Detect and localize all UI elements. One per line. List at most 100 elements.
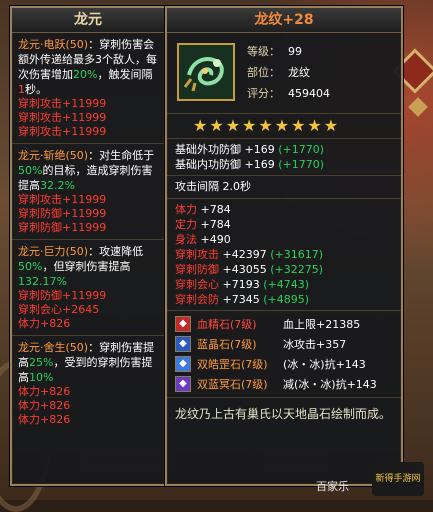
level-label: 等级： [247,45,280,58]
gem-effect: 冰攻击+357 [283,337,347,351]
enhance-level: +28 [282,12,314,28]
watermark-text: 百家乐 [316,480,349,493]
base-stat-label: 基础外功防御 [175,143,241,156]
attr-row: 穿刺攻击 +42397 (+31617) [175,247,393,262]
attack-interval: 攻击间隔 2.0秒 [167,176,401,199]
base-stat-value: +169 [241,158,275,171]
gem-level: (7级) [241,377,268,391]
attr-value: +42397 [219,248,267,261]
star-icon: ★ [291,116,306,135]
base-stat-value: +169 [241,143,275,156]
skill-percent: 50% [18,260,43,273]
skill-text: ：攻速降低 [88,245,144,258]
attr-bonus: (+32275) [266,263,324,276]
attr-label: 身法 [175,233,197,246]
gem-effect: 血上限+21385 [283,317,361,331]
attr-value: +7345 [219,293,260,306]
gem-level: (7级) [241,357,268,371]
attr-value: +43055 [219,263,267,276]
skill-tooltip-panel: 龙元 龙元·电跃(50)：穿刺伤害会额外传递给最多3个敌人，每次伤害增加20%，… [10,6,166,486]
equipment-title: 龙纹+28 [167,8,401,33]
equipment-info: 等级： 99 部位： 龙纹 评分： 459404 [247,41,330,104]
score-value: 459404 [288,87,330,100]
star-icon: ★ [242,116,257,135]
base-stat-label: 基础内功防御 [175,158,241,171]
skill-level: (50) [65,341,89,354]
attr-label: 穿刺攻击 [175,248,219,261]
attribute-block: 体力 +784 定力 +784 身法 +490 穿刺攻击 +42397 (+31… [167,199,401,311]
gem-name: 血精石(7级) [197,317,283,332]
attr-label: 体力 [175,203,197,216]
star-icon: ★ [258,116,273,135]
site-logo: 新得手游网 [372,462,424,496]
skill-stat: 穿刺会心+2645 [18,303,100,316]
dragon-pattern-item-icon [177,43,235,101]
attr-label: 穿刺会心 [175,278,219,291]
skill-block-dianyue: 龙元·电跃(50)：穿刺伤害会额外传递给最多3个敌人，每次伤害增加20%，触发间… [12,33,164,144]
slot-label: 部位： [247,66,280,79]
skill-percent: 32.2% [40,179,75,192]
skill-stat: 穿刺攻击+11999 [18,193,107,206]
skill-interval: 1 [18,83,25,96]
gem-effect: 减(冰・冰)抗+143 [283,377,377,391]
star-icon: ★ [323,116,339,135]
skill-text: ：对生命低于 [88,149,155,162]
skill-desc: 龙元·舍生(50)：穿刺伤害提高25%，受到的穿刺伤害提高10% [18,340,158,385]
star-icon: ★ [225,116,241,135]
skill-level: (50) [65,245,89,258]
level-value: 99 [288,45,302,58]
equipment-tooltip-panel: 龙纹+28 等级： 99 部位： 龙纹 评分： 459404 ★ ★ ★ ★ ★ ★ ★ ★ ★ 基础… [165,6,403,486]
attr-row: 体力 +784 [175,202,393,217]
gem-effect: (冰・冰)抗+143 [283,357,366,371]
star-icon: ★ [307,116,322,135]
skill-stat: 穿刺攻击+11999 [18,125,107,138]
skill-name: 龙元·电跃 [18,38,66,51]
gem-name-text: 蓝晶石 [197,337,230,351]
star-icon: ★ [274,116,290,135]
gem-name: 双皓罡石(7级) [197,357,283,372]
attr-value: +490 [197,233,231,246]
attr-row: 穿刺防御 +43055 (+32275) [175,262,393,277]
attr-label: 穿刺防御 [175,263,219,276]
star-icon: ★ [209,116,224,135]
score-label: 评分： [247,87,280,100]
attr-value: +784 [197,203,231,216]
skill-desc: 龙元·巨力(50)：攻速降低 50%，但穿刺伤害提高 132.17% [18,244,158,289]
skill-level: (50) [65,149,89,162]
attr-row: 穿刺会防 +7345 (+4895) [175,292,393,307]
skill-name: 龙元·舍生 [18,341,66,354]
skill-text: ，但穿刺伤害提高 [42,260,131,273]
skill-text: ，触发间隔 [97,68,153,81]
attr-label: 穿刺会防 [175,293,219,306]
gem-row: ◆ 双蓝冥石(7级) 减(冰・冰)抗+143 [175,374,393,394]
skill-stat: 穿刺攻击+11999 [18,111,107,124]
gem-row: ◆ 蓝晶石(7级) 冰攻击+357 [175,334,393,354]
gem-level: (7级) [230,337,257,351]
skill-panel-title: 龙元 [12,8,164,33]
attr-bonus: (+4895) [259,293,310,306]
haogang-gem-icon: ◆ [175,356,191,372]
attr-label: 定力 [175,218,197,231]
base-stat-row: 基础外功防御 +169 (+1770) [175,142,393,157]
gem-name: 蓝晶石(7级) [197,337,283,352]
gem-row: ◆ 双皓罡石(7级) (冰・冰)抗+143 [175,354,393,374]
skill-stat: 穿刺防御+11999 [18,221,107,234]
base-stat-row: 基础内功防御 +169 (+1770) [175,157,393,172]
blue-gem-icon: ◆ [175,336,191,352]
equipment-name: 龙纹 [254,12,283,28]
gem-name: 双蓝冥石(7级) [197,377,283,392]
base-stat-bonus: (+1770) [274,158,325,171]
skill-percent: 25% [29,356,54,369]
skill-block-shesheng: 龙元·舍生(50)：穿刺伤害提高25%，受到的穿刺伤害提高10% 体力+826 … [12,336,164,431]
attr-value: +784 [197,218,231,231]
skill-block-juli: 龙元·巨力(50)：攻速降低 50%，但穿刺伤害提高 132.17% 穿刺防御+11… [12,240,164,336]
gem-block: ◆ 血精石(7级) 血上限+21385 ◆ 蓝晶石(7级) 冰攻击+357 ◆ … [167,311,401,398]
equipment-header: 等级： 99 部位： 龙纹 评分： 459404 [167,33,401,114]
gem-name-text: 血精石 [197,317,230,331]
skill-text: 秒。 [25,83,47,96]
attr-row: 定力 +784 [175,217,393,232]
base-defense-block: 基础外功防御 +169 (+1770) 基础内功防御 +169 (+1770) [167,139,401,176]
skill-stat: 体力+826 [18,385,71,398]
skill-stat: 穿刺防御+11999 [18,289,107,302]
slot-value: 龙纹 [288,66,310,79]
